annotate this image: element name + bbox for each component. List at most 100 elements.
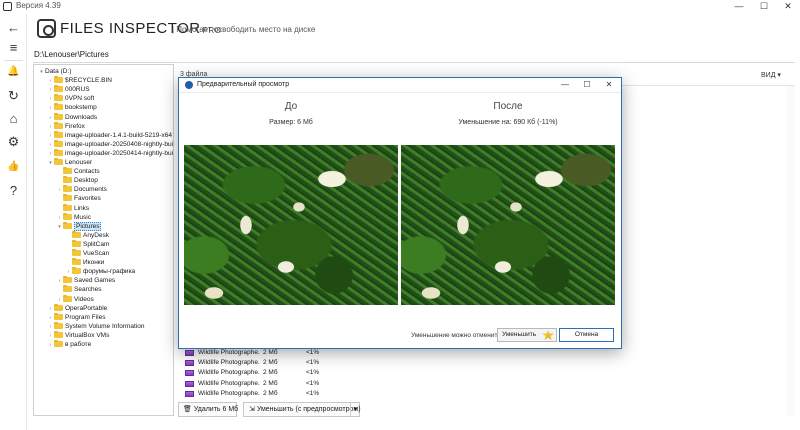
tree-item-label: Searches: [74, 286, 102, 294]
tree-item[interactable]: › Documents: [56, 185, 107, 194]
folder-icon: [72, 258, 81, 266]
tree-item-label: Program Files: [65, 313, 106, 321]
tree-item[interactable]: › Music: [56, 212, 91, 222]
preview-dialog: Предварительный просмотр — ☐ ✕ До После …: [178, 77, 622, 349]
notifications-button[interactable]: 🔔: [0, 61, 27, 83]
file-row[interactable]: Wildlife Photographe... 2 Мб <1%: [185, 379, 355, 389]
tree-item[interactable]: › image-uploader-1.4.1-build-5219-x64: [47, 130, 172, 140]
tree-item[interactable]: ▾ Lenouser: [47, 158, 92, 167]
tree-item[interactable]: › Videos: [56, 294, 94, 304]
image-file-icon: [185, 380, 194, 387]
tree-item-label: image-uploader-20250414-nightly-build-5: [65, 149, 174, 157]
tree-item[interactable]: Links: [56, 203, 89, 213]
folder-icon: [72, 230, 81, 238]
file-size: 2 Мб: [263, 389, 278, 397]
delete-label: Удалить 6 Мб: [193, 406, 239, 413]
tree-item[interactable]: Searches: [56, 285, 101, 294]
preview-minimize-button[interactable]: —: [554, 78, 576, 93]
maximize-button[interactable]: ☐: [752, 0, 776, 14]
folder-icon: [72, 267, 81, 275]
reduce-dropdown-button[interactable]: ▾: [350, 403, 360, 416]
tree-item-label: Lenouser: [65, 159, 93, 166]
tree-item[interactable]: › image-uploader-20250414-nightly-build-5: [47, 148, 174, 158]
tree-expander-icon[interactable]: ▾: [38, 68, 45, 77]
help-button[interactable]: ?: [0, 180, 27, 202]
tree-item[interactable]: › Saved Games: [56, 276, 115, 285]
back-arrow-icon: ←: [7, 20, 20, 35]
tree-item[interactable]: › 000RUS: [47, 85, 90, 94]
file-row[interactable]: Wildlife Photographe... 2 Мб <1%: [185, 348, 355, 358]
path-field[interactable]: D:\Lenouser\Pictures: [33, 49, 795, 63]
file-reduction: <1%: [306, 379, 320, 387]
trash-icon: 🗑: [183, 406, 194, 413]
preview-close-button[interactable]: ✕: [598, 78, 620, 93]
close-button[interactable]: ✕: [776, 0, 800, 14]
tree-item[interactable]: › VirtualBox VMs: [47, 330, 109, 340]
view-menu-button[interactable]: ВИД ▾: [761, 71, 781, 79]
refresh-button[interactable]: ↻: [0, 85, 27, 107]
file-row[interactable]: Wildlife Photographe... 2 Мб <1%: [185, 358, 355, 368]
tree-item[interactable]: › Downloads: [47, 112, 97, 122]
tree-item[interactable]: AnyDesk: [65, 230, 109, 240]
tree-item[interactable]: › bookstemp: [47, 103, 97, 112]
tree-item-label: Contacts: [74, 168, 100, 176]
reduction-amount: Уменьшение на: 690 Кб (-11%): [458, 119, 558, 126]
file-row[interactable]: Wildlife Photographe... 2 Мб <1%: [185, 389, 355, 399]
menu-button[interactable]: ≡: [0, 37, 27, 59]
bell-icon: 🔔: [7, 66, 20, 77]
tree-item[interactable]: Favorites: [56, 194, 101, 203]
tree-expander-icon[interactable]: ›: [47, 341, 54, 350]
folder-icon: [54, 76, 63, 84]
file-reduction: <1%: [306, 389, 320, 397]
tree-item-label: Data (D:): [45, 68, 72, 75]
tree-item[interactable]: › OperaPortable: [47, 303, 107, 313]
refresh-icon: ↻: [8, 88, 19, 103]
file-row[interactable]: Wildlife Photographe... 2 Мб <1%: [185, 368, 355, 378]
tree-item[interactable]: › System Volume Information: [47, 321, 144, 331]
folder-icon: [54, 112, 63, 120]
tag-button[interactable]: ⌂: [0, 108, 27, 130]
folder-tree[interactable]: ▾ Data (D:) › $RECYCLE.BIN › 000RUS › 0VPN soft…: [33, 64, 174, 416]
folder-icon: [63, 276, 72, 284]
tree-expander-icon[interactable]: ▾: [47, 159, 54, 168]
tree-item[interactable]: › Firefox: [47, 121, 85, 131]
tree-item[interactable]: › в работе: [47, 340, 91, 349]
tree-item[interactable]: SplitCam: [65, 239, 109, 249]
star-icon: [542, 330, 554, 340]
folder-icon: [72, 239, 81, 247]
cancel-button[interactable]: Отмена: [559, 328, 614, 342]
settings-button[interactable]: ⚙: [0, 131, 27, 153]
tree-item-label: bookstemp: [65, 104, 97, 112]
delete-button[interactable]: 🗑 Удалить 6 Мб: [178, 402, 239, 417]
tree-item-label: VueScan: [83, 250, 110, 257]
tree-item[interactable]: › Program Files: [47, 312, 106, 322]
tree-item[interactable]: › 0VPN soft: [47, 94, 94, 103]
reduce-with-preview-button[interactable]: ⇲ Уменьшить (с предпросмотром): [244, 403, 361, 416]
tree-item[interactable]: ▾ Pictures: [56, 221, 102, 232]
tree-item[interactable]: VueScan: [65, 249, 109, 258]
back-button[interactable]: ←: [0, 17, 27, 39]
thumbs-up-icon: 👍: [7, 161, 20, 172]
apply-reduce-button[interactable]: Уменьшить: [497, 328, 557, 342]
tree-item[interactable]: Иконки: [65, 258, 104, 267]
tree-item[interactable]: › форумы-графика: [65, 267, 135, 276]
feedback-button[interactable]: 👍: [0, 156, 27, 178]
tree-item-label: image-uploader-20250408-nightly-build-5: [65, 140, 174, 148]
file-list-scrollbar[interactable]: [786, 86, 795, 416]
folder-icon: [63, 167, 72, 175]
left-rail: ← ≡ 🔔 ↻ ⌂ ⚙ 👍 ?: [0, 14, 27, 430]
minimize-button[interactable]: —: [727, 0, 751, 14]
folder-icon: [72, 249, 81, 256]
tree-item[interactable]: Contacts: [56, 167, 100, 176]
folder-icon: [54, 94, 63, 102]
file-name: Wildlife Photographe...: [198, 379, 260, 387]
tree-item[interactable]: › image-uploader-20250408-nightly-build-5: [47, 139, 174, 149]
tree-item[interactable]: Desktop: [56, 176, 98, 185]
tagline: | Помогает освободить место на диске: [172, 25, 316, 34]
preview-maximize-button[interactable]: ☐: [576, 78, 598, 93]
preview-app-icon: [185, 81, 193, 89]
tree-item[interactable]: ▾ Data (D:): [38, 67, 71, 76]
tree-expander-icon[interactable]: ▾: [56, 223, 63, 232]
tree-item[interactable]: › $RECYCLE.BIN: [47, 76, 112, 85]
folder-icon: [54, 158, 63, 165]
